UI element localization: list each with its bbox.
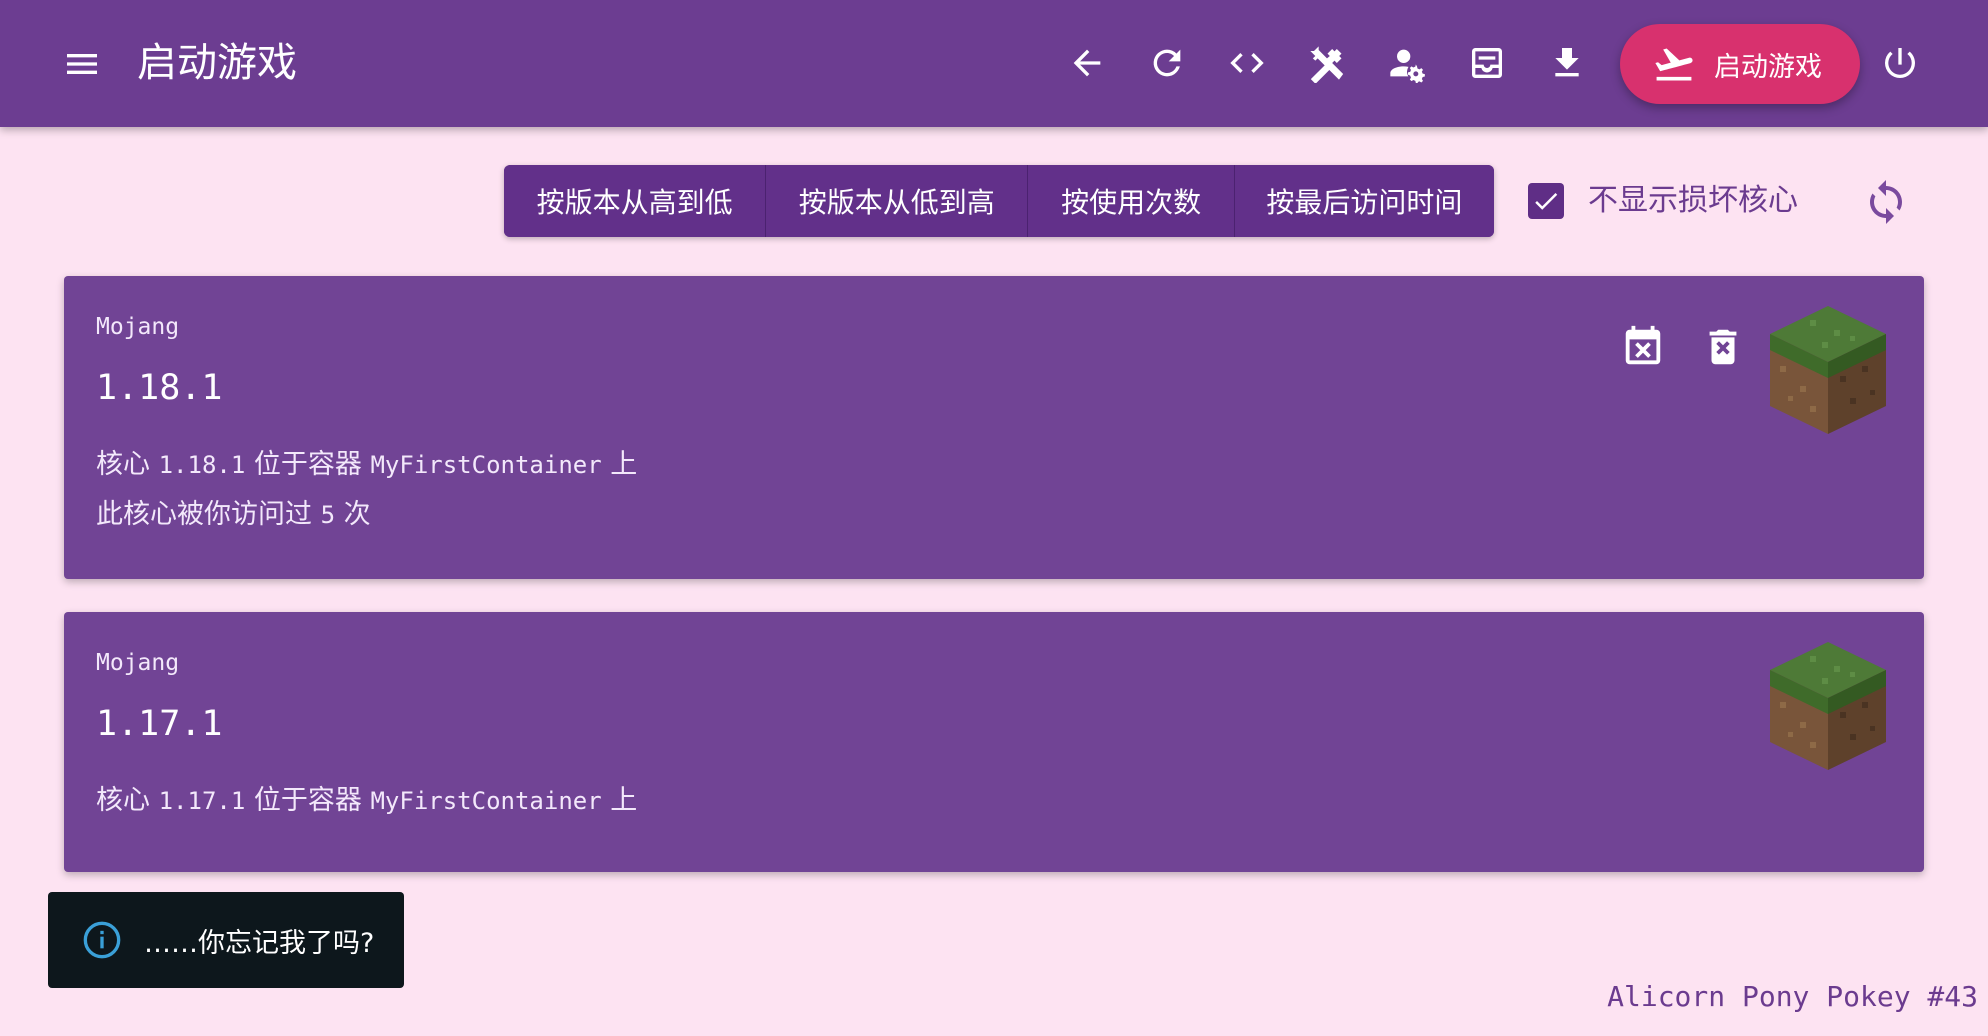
sort-usage-button[interactable]: 按使用次数 (1028, 165, 1235, 237)
core-version: 1.17.1 (96, 704, 223, 744)
download-icon[interactable] (1542, 38, 1592, 88)
sync-icon[interactable] (1862, 178, 1910, 226)
power-icon[interactable] (1875, 38, 1925, 88)
core-version: 1.18.1 (96, 368, 223, 408)
user-settings-icon[interactable] (1382, 38, 1432, 88)
arrow-back-icon[interactable] (1062, 38, 1112, 88)
refresh-icon[interactable] (1142, 38, 1192, 88)
core-visits: 此核心被你访问过 5 次 (96, 499, 371, 530)
tools-icon[interactable] (1302, 38, 1352, 88)
grass-block-icon (1770, 642, 1886, 770)
grass-block-icon (1770, 306, 1886, 434)
launch-game-label: 启动游戏 (1714, 51, 1822, 83)
flight-takeoff-icon (1652, 42, 1696, 86)
sort-button-group: 按版本从高到低 按版本从低到高 按使用次数 按最后访问时间 (504, 165, 1494, 237)
core-vendor: Mojang (96, 650, 180, 676)
toast-notification: ……你忘记我了吗? (48, 892, 404, 988)
code-icon[interactable] (1222, 38, 1272, 88)
toast-text: ……你忘记我了吗? (144, 927, 375, 959)
menu-icon[interactable] (62, 44, 112, 84)
info-icon (83, 921, 121, 959)
sort-last-access-button[interactable]: 按最后访问时间 (1234, 165, 1494, 237)
core-location: 核心 1.17.1 位于容器 MyFirstContainer 上 (96, 785, 638, 816)
core-card[interactable]: Mojang 1.18.1 核心 1.18.1 位于容器 MyFirstCont… (64, 276, 1924, 579)
inbox-icon[interactable] (1462, 38, 1512, 88)
app-bar: 启动游戏 启动游戏 (0, 0, 1988, 127)
hide-broken-checkbox[interactable] (1528, 183, 1564, 219)
launch-game-button[interactable]: 启动游戏 (1620, 24, 1860, 104)
sort-version-desc-button[interactable]: 按版本从高到低 (504, 165, 767, 237)
core-vendor: Mojang (96, 314, 180, 340)
hide-broken-label: 不显示损坏核心 (1588, 183, 1798, 218)
version-label: Alicorn Pony Pokey #43 (1607, 980, 1978, 1013)
sort-version-asc-button[interactable]: 按版本从低到高 (766, 165, 1029, 237)
core-location: 核心 1.18.1 位于容器 MyFirstContainer 上 (96, 449, 638, 480)
calendar-remove-icon[interactable] (1620, 324, 1666, 370)
delete-icon[interactable] (1700, 324, 1746, 370)
page-title: 启动游戏 (137, 40, 297, 86)
core-card[interactable]: Mojang 1.17.1 核心 1.17.1 位于容器 MyFirstCont… (64, 612, 1924, 872)
